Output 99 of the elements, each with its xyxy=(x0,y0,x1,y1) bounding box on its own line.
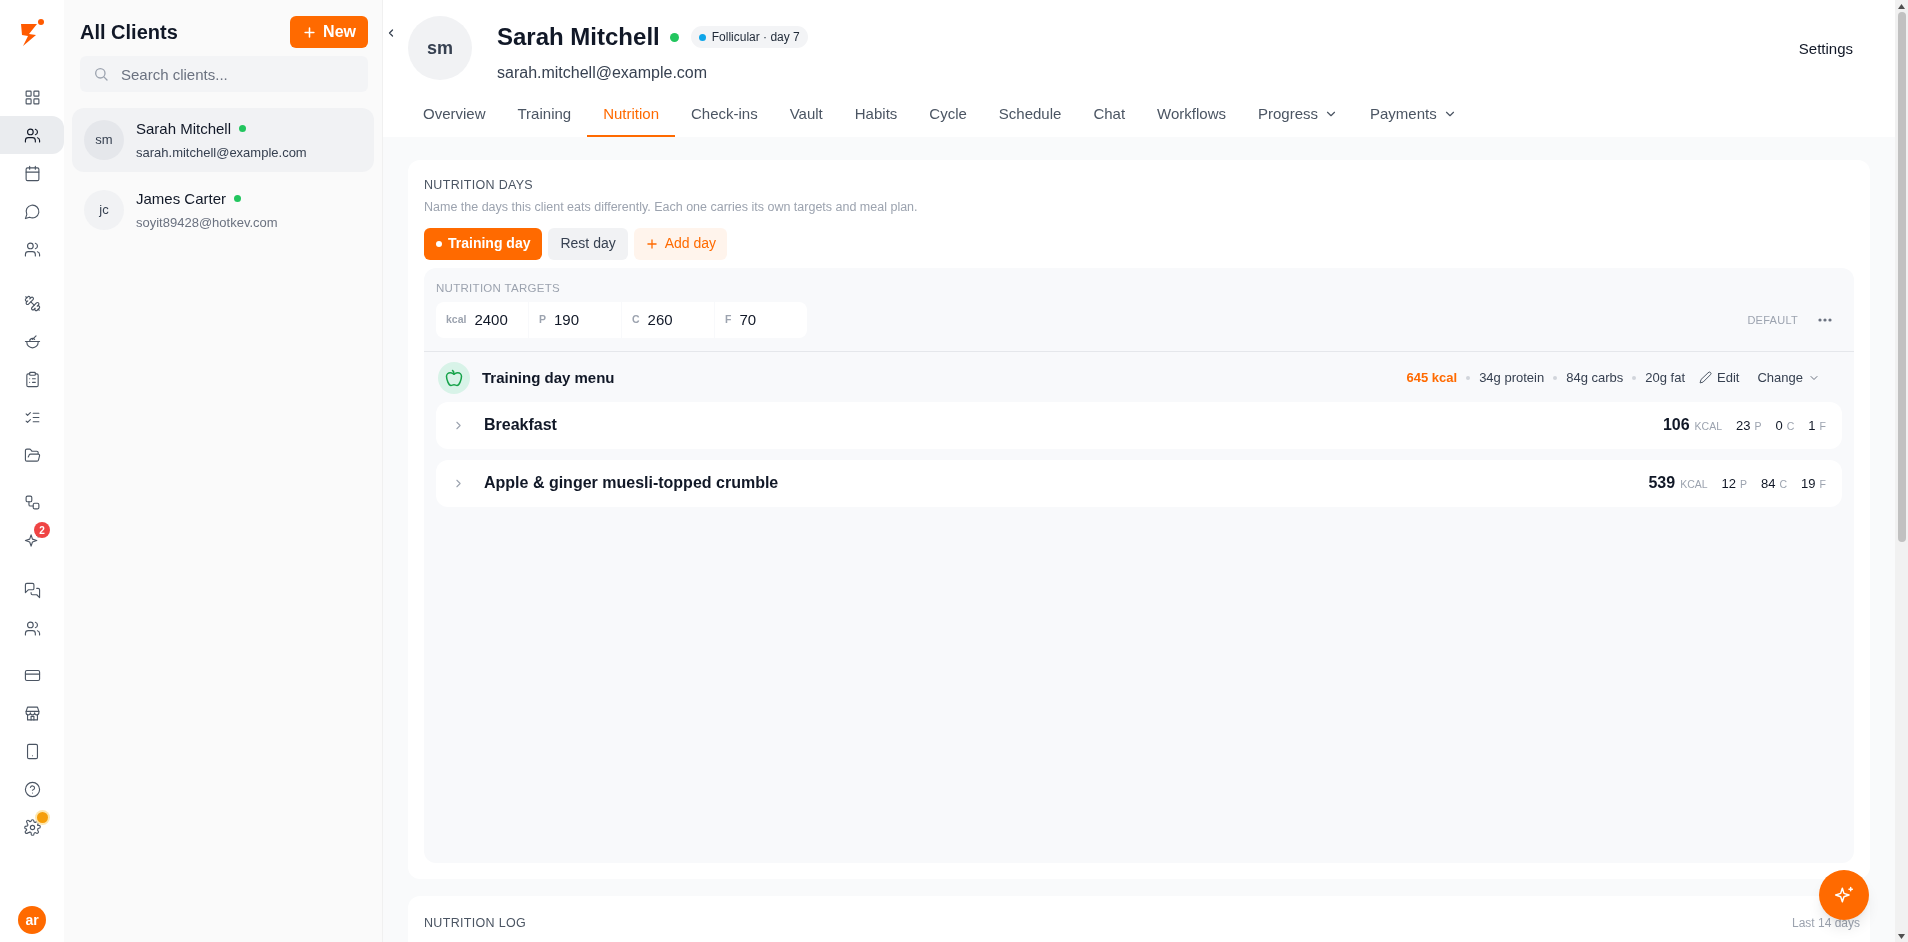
cycle-phase-badge: Follicular · day 7 xyxy=(690,26,808,48)
bowl-icon xyxy=(23,332,41,350)
client-email: soyit89428@hotkev.com xyxy=(136,214,278,232)
meal-name: Apple & ginger muesli-topped crumble xyxy=(484,473,779,494)
meal-row[interactable]: Breakfast 106 KCAL 23 P 0 C 1 F xyxy=(436,401,1842,449)
client-avatar: sm xyxy=(84,120,124,160)
unit-label: F xyxy=(725,311,732,327)
section-title: NUTRITION LOG xyxy=(424,915,526,932)
search-field[interactable]: Search clients... xyxy=(80,56,368,92)
tab[interactable]: Payments xyxy=(1354,93,1473,137)
macro-value: 23 xyxy=(1736,416,1751,435)
team-icon xyxy=(23,240,41,258)
macro-value: 12 xyxy=(1721,474,1737,493)
macro-unit: F xyxy=(1819,476,1826,492)
folder-icon xyxy=(23,446,41,464)
menu-macro: 34g protein xyxy=(1479,369,1545,387)
plus-icon xyxy=(302,24,318,40)
change-button[interactable]: Change xyxy=(1757,368,1820,388)
menu-title: Training day menu xyxy=(482,367,615,388)
meal-name: Breakfast xyxy=(484,415,557,436)
apple-icon xyxy=(438,361,470,394)
target-input[interactable]: 2400 xyxy=(474,308,525,331)
macro-unit: P xyxy=(1754,418,1762,434)
tab[interactable]: Workflows xyxy=(1141,93,1242,137)
settings-icon xyxy=(23,818,41,836)
workflow-icon xyxy=(23,493,41,511)
search-icon xyxy=(93,66,109,82)
notification-badge: 2 xyxy=(34,522,50,538)
macro-value: 0 xyxy=(1775,416,1783,435)
chat-icon xyxy=(23,202,41,220)
group-icon xyxy=(23,619,41,637)
client-email: sarah.mitchell@example.com xyxy=(136,144,307,162)
menu-calories: 645 kcal xyxy=(1406,369,1458,387)
scroll-up-icon[interactable] xyxy=(1898,3,1905,9)
targets-title: NUTRITION TARGETS xyxy=(436,280,561,296)
target-field[interactable]: F 70 xyxy=(715,301,807,338)
more-icon xyxy=(1818,317,1832,322)
target-field[interactable]: P 190 xyxy=(529,301,621,338)
calories-unit: KCAL xyxy=(1694,419,1723,435)
store-icon xyxy=(23,704,41,722)
client-email: sarah.mitchell@example.com xyxy=(497,63,709,83)
tab[interactable]: Overview xyxy=(407,93,502,137)
date-range: Last 14 days xyxy=(1791,915,1860,932)
help-icon xyxy=(23,780,41,798)
sparkle-icon xyxy=(1834,885,1854,905)
calories-unit: KCAL xyxy=(1680,477,1708,493)
dumbbell-icon xyxy=(23,294,41,312)
rail-item[interactable] xyxy=(0,116,64,154)
client-item[interactable]: sm Sarah Mitchell sarah.mitchell@example.com xyxy=(72,108,374,172)
unit-label: kcal xyxy=(446,311,467,327)
unit-label: P xyxy=(539,311,546,327)
client-item[interactable]: jc James Carter soyit89428@hotkev.com xyxy=(72,178,374,242)
dashboard-icon xyxy=(23,88,41,106)
target-field[interactable]: C 260 xyxy=(622,301,714,338)
scroll-down-icon[interactable] xyxy=(1898,933,1905,939)
edit-button[interactable]: Edit xyxy=(1699,368,1740,388)
menu-macro: 20g fat xyxy=(1645,369,1686,387)
client-name: James Carter xyxy=(136,188,227,209)
panel-title: All Clients xyxy=(80,20,178,45)
tab[interactable]: Schedule xyxy=(982,93,1078,137)
target-input[interactable]: 260 xyxy=(647,308,698,331)
client-avatar: jc xyxy=(84,190,124,230)
target-field[interactable]: kcal 2400 xyxy=(436,301,528,338)
tab[interactable]: Chat xyxy=(1077,93,1142,137)
scrollbar[interactable] xyxy=(1895,0,1908,942)
client-avatar: sm xyxy=(408,16,472,80)
target-input[interactable]: 70 xyxy=(739,308,790,331)
tab[interactable]: Vault xyxy=(773,93,839,137)
section-description: Name the days this client eats differently. Each one carries its own targets and meal plan. xyxy=(424,198,919,216)
target-input[interactable]: 190 xyxy=(554,308,604,331)
tab[interactable]: Check-ins xyxy=(675,93,774,137)
default-label: DEFAULT xyxy=(1747,312,1798,328)
calendar-icon xyxy=(23,164,41,182)
macro-unit: C xyxy=(1779,476,1788,492)
menu-macro: 84g carbs xyxy=(1566,369,1624,387)
client-name: Sarah Mitchell xyxy=(136,118,232,139)
pencil-icon xyxy=(1699,371,1713,385)
meal-calories: 539 xyxy=(1648,473,1676,494)
meal-calories: 106 xyxy=(1662,415,1690,436)
tab[interactable]: Progress xyxy=(1242,93,1354,137)
tab[interactable]: Cycle xyxy=(913,93,983,137)
tab[interactable]: Training xyxy=(501,93,588,137)
section-title: NUTRITION DAYS xyxy=(424,177,534,194)
tab[interactable]: Habits xyxy=(838,93,914,137)
messages-icon xyxy=(23,581,41,599)
macro-value: 19 xyxy=(1801,474,1816,493)
settings-link[interactable]: Settings xyxy=(1798,38,1853,61)
unit-label: C xyxy=(632,311,640,327)
macro-unit: C xyxy=(1786,418,1795,434)
macro-value: 1 xyxy=(1808,416,1816,435)
macro-unit: P xyxy=(1740,476,1748,492)
day-tab[interactable]: Rest day xyxy=(548,227,628,260)
clipboard-icon xyxy=(23,370,41,388)
meal-row[interactable]: Apple & ginger muesli-topped crumble 539 KCAL 12 P 84 C 19 F xyxy=(436,459,1842,507)
macro-unit: F xyxy=(1819,418,1826,434)
clients-icon xyxy=(23,126,41,144)
client-name: Sarah Mitchell xyxy=(497,22,660,52)
macro-value: 84 xyxy=(1761,474,1776,493)
plus-icon xyxy=(644,236,659,251)
